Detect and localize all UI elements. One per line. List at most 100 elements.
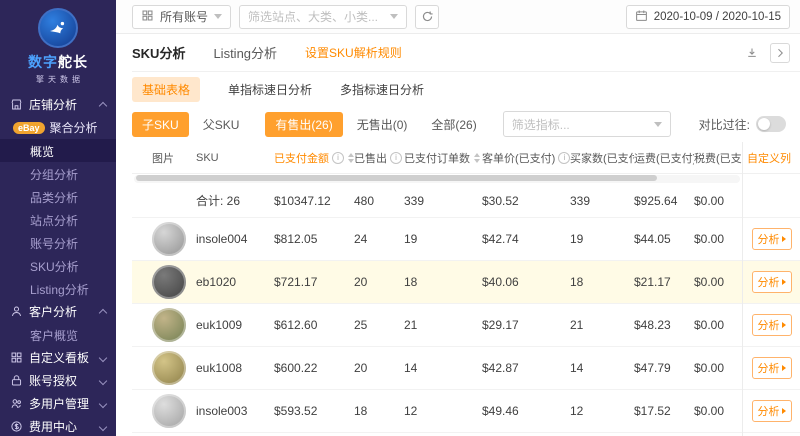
account-selector[interactable]: 所有账号 [132, 4, 232, 29]
column-header-4[interactable]: 已支付订单数 [404, 150, 482, 166]
tab-listing-analysis[interactable]: Listing分析 [213, 43, 277, 62]
value-cell: $17.52 [634, 404, 671, 418]
sku-cell: insole003 [196, 404, 248, 418]
column-header-8[interactable]: 税费(已支付)i [694, 150, 742, 166]
subtab-basic-table[interactable]: 基础表格 [132, 76, 201, 102]
table-total-row[interactable]: 合计: 26 $10347.12 480 339 $30.52 339 $925.64 $0.… [132, 184, 742, 218]
value-cell: $42.87 [482, 361, 519, 375]
sidebar-item-0-6[interactable]: SKU分析 [0, 254, 116, 277]
table-header-row: 图片SKU已支付金额i已售出i已支付订单数客单价(已支付)i买家数(已支付)i运… [132, 142, 742, 174]
table-row[interactable]: euk1008 $600.22 20 14 $42.87 14 $47.79 $0.00 [132, 347, 742, 390]
analyze-button[interactable]: 分析 [751, 400, 792, 422]
value-cell: $0.00 [694, 232, 725, 246]
site-filter-select[interactable]: 筛选站点、大类、小类... [239, 4, 408, 29]
column-header-7[interactable]: 运费(已支付)i [634, 150, 694, 166]
filter-all[interactable]: 全部(26) [421, 112, 486, 137]
chevron-down-icon [390, 14, 399, 19]
filter-sold[interactable]: 有售出(26) [265, 111, 343, 137]
sidebar-section-4[interactable]: 多用户管理 [0, 392, 116, 415]
custom-column-header[interactable]: 自定义列 [743, 142, 800, 174]
date-range-picker[interactable]: 2020-10-09 / 2020-10-15 [625, 4, 790, 29]
download-button[interactable] [742, 43, 762, 63]
subtab-single-metric[interactable]: 单指标速日分析 [228, 81, 312, 98]
action-cell[interactable]: 分析 [743, 390, 800, 433]
table-row[interactable]: insole003 $593.52 18 12 $49.46 12 $17.52 $0.00 [132, 390, 742, 433]
refresh-button[interactable] [415, 4, 440, 29]
column-header-6[interactable]: 买家数(已支付)i [570, 150, 634, 166]
value-cell: $925.64 [634, 193, 678, 208]
fixed-action-column: 自定义列 分析分析分析分析分析分析 [742, 142, 800, 436]
ebay-badge: eBay [13, 121, 45, 134]
chevron-down-icon [214, 14, 223, 19]
table-row[interactable]: insole004 $812.05 24 19 $42.74 19 $44.05 $0.00 [132, 218, 742, 261]
value-cell: $812.05 [274, 232, 318, 246]
sidebar-item-0-4[interactable]: 站点分析 [0, 208, 116, 231]
scrollbar-thumb[interactable] [136, 175, 658, 181]
value-cell: 19 [404, 232, 418, 246]
value-cell: $612.60 [274, 318, 318, 332]
column-header-3[interactable]: 已售出 i [354, 150, 404, 166]
filter-child-sku[interactable]: 子SKU [132, 111, 189, 137]
column-header-2[interactable]: 已支付金额 i [274, 150, 354, 166]
product-image [152, 222, 186, 256]
sort-icon[interactable] [474, 152, 480, 163]
filter-parent-sku[interactable]: 父SKU [193, 112, 250, 137]
sidebar-item-0-2[interactable]: 分组分析 [0, 162, 116, 185]
dollar-icon [10, 420, 23, 433]
product-image [152, 351, 186, 385]
total-label: 合计: 26 [196, 194, 241, 208]
info-icon: i [558, 151, 570, 164]
sku-cell: insole004 [196, 232, 248, 246]
sidebar-section-label: 费用中心 [29, 420, 78, 434]
sidebar-nav: 店铺分析 eBay 聚合分析 概览 分组分析 品类分析 站点分析 账号分析 SKU分析 Listi… [0, 93, 116, 436]
filter-unsold[interactable]: 无售出(0) [347, 112, 418, 137]
metric-filter-select[interactable]: 筛选指标... [502, 111, 671, 137]
action-cell[interactable]: 分析 [743, 304, 800, 347]
product-image [152, 308, 186, 342]
sidebar: 数字舵长 擎天数据 店铺分析 eBay 聚合分析 概览 分组分析 品类分析 站点分析 账号分析… [0, 0, 116, 436]
value-cell: $40.06 [482, 275, 519, 289]
sidebar-section-5[interactable]: 费用中心 [0, 415, 116, 436]
brand-subtitle: 擎天数据 [36, 75, 84, 84]
column-label: 税费(已支付) [694, 152, 742, 165]
value-cell: 18 [404, 275, 418, 289]
chevron-down-icon [653, 121, 662, 127]
analyze-button[interactable]: 分析 [751, 271, 792, 293]
value-cell: $600.22 [274, 361, 318, 375]
analyze-button[interactable]: 分析 [751, 228, 792, 250]
subtab-multi-metric[interactable]: 多指标速日分析 [340, 81, 424, 98]
table-row[interactable]: euk1009 $612.60 25 21 $29.17 21 $48.23 $0.00 [132, 304, 742, 347]
sku-parse-rules-link[interactable]: 设置SKU解析规则 [305, 44, 402, 61]
action-cell[interactable]: 分析 [743, 347, 800, 390]
sidebar-item-0-1[interactable]: 概览 [0, 139, 116, 162]
toggle-knob [758, 118, 770, 130]
analyze-button[interactable]: 分析 [751, 357, 792, 379]
date-range-value: 2020-10-09 / 2020-10-15 [653, 10, 781, 23]
column-header-5[interactable]: 客单价(已支付) i [482, 150, 570, 166]
sidebar-item-1-0[interactable]: 客户概览 [0, 323, 116, 346]
product-image [152, 394, 186, 428]
action-cell[interactable]: 分析 [743, 218, 800, 261]
sidebar-item-0-7[interactable]: Listing分析 [0, 277, 116, 300]
sidebar-section-1[interactable]: 客户分析 [0, 300, 116, 323]
sidebar-section-2[interactable]: 自定义看板 [0, 346, 116, 369]
compare-toggle[interactable] [756, 116, 786, 132]
sidebar-section-3[interactable]: 账号授权 [0, 369, 116, 392]
sidebar-item-0-3[interactable]: 品类分析 [0, 185, 116, 208]
sidebar-section-0[interactable]: 店铺分析 [0, 93, 116, 116]
sidebar-section-label: 多用户管理 [29, 397, 90, 411]
brand-primary: 数字 [28, 54, 58, 70]
tab-sku-analysis[interactable]: SKU分析 [132, 43, 185, 62]
value-cell: 24 [354, 232, 368, 246]
analyze-button[interactable]: 分析 [751, 314, 792, 336]
sidebar-item-aggregate[interactable]: eBay 聚合分析 [0, 116, 116, 139]
table-scroll-area[interactable]: 图片SKU已支付金额i已售出i已支付订单数客单价(已支付)i买家数(已支付)i运… [132, 142, 742, 436]
horizontal-scrollbar[interactable] [134, 175, 740, 183]
action-cell[interactable]: 分析 [743, 261, 800, 304]
fixed-column-cells: 分析分析分析分析分析分析 [743, 184, 800, 436]
sidebar-item-0-5[interactable]: 账号分析 [0, 231, 116, 254]
chevron-down-icon [98, 399, 108, 408]
expand-panel-button[interactable] [770, 42, 790, 63]
table-row[interactable]: eb1020 $721.17 20 18 $40.06 18 $21.17 $0.00 [132, 261, 742, 304]
sku-cell: euk1008 [196, 361, 243, 375]
